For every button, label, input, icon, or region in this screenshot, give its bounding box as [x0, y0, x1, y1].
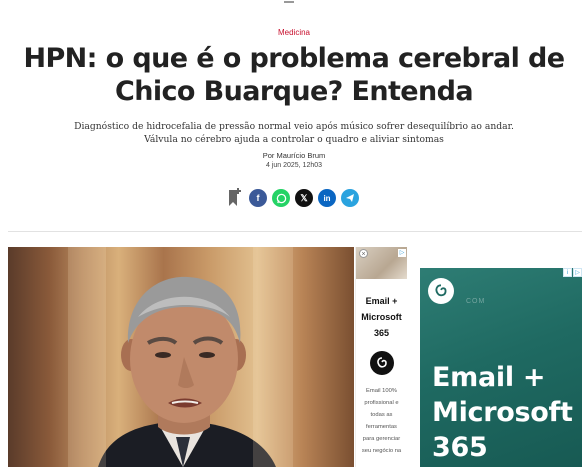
- article-category[interactable]: Medicina: [0, 28, 588, 37]
- article-hero-image: [8, 247, 354, 467]
- info-icon[interactable]: i: [563, 268, 572, 277]
- sidebar-ad[interactable]: i ▷ COM Email + Microsoft 365: [420, 268, 582, 467]
- ad-badges: i ▷: [562, 268, 582, 277]
- background-panel: [253, 247, 293, 467]
- ad-title[interactable]: Email + Microsoft 365: [356, 293, 407, 341]
- background-panel: [68, 247, 106, 467]
- header-fragment: [284, 0, 294, 3]
- portrait-figure: [98, 276, 276, 467]
- article-headline: HPN: o que é o problema cerebral de Chic…: [23, 43, 566, 107]
- share-bar: f 𝕏 in: [226, 187, 359, 209]
- ad-headline[interactable]: Email + Microsoft 365: [432, 360, 582, 465]
- brand-logo-icon: [428, 278, 454, 304]
- ad-thumbnail: × ▷: [356, 247, 407, 279]
- section-divider: [8, 231, 582, 232]
- close-icon[interactable]: ×: [359, 249, 368, 258]
- bookmark-icon[interactable]: [226, 187, 244, 209]
- brand-logo-icon: [369, 351, 394, 375]
- linkedin-icon[interactable]: in: [318, 189, 336, 207]
- whatsapp-icon[interactable]: [272, 189, 290, 207]
- article-date: 4 jun 2025, 12h03: [265, 162, 323, 169]
- telegram-icon[interactable]: [341, 189, 359, 207]
- top-edge: [0, 0, 588, 6]
- ad-watermark: COM: [466, 298, 486, 305]
- ad-description: Email 100% profissional e todas as ferra…: [361, 388, 402, 454]
- inline-ad[interactable]: × ▷ Email + Microsoft 365 Email 100% pro…: [355, 247, 407, 467]
- ad-choices-icon[interactable]: ▷: [398, 249, 406, 257]
- article-byline[interactable]: Por Maurício Brum: [0, 151, 588, 160]
- article-subtitle: Diagnóstico de hidrocefalia de pressão n…: [74, 121, 514, 145]
- ad-choices-icon[interactable]: ▷: [573, 268, 582, 277]
- facebook-icon[interactable]: f: [249, 189, 267, 207]
- x-icon[interactable]: 𝕏: [295, 189, 313, 207]
